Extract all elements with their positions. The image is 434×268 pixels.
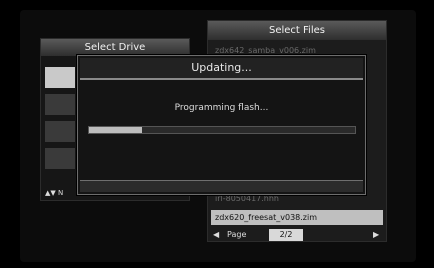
page-label: Page: [227, 230, 247, 239]
progress-bar: [88, 126, 356, 134]
drive-slot[interactable]: [45, 148, 75, 169]
right-arrow-icon[interactable]: ▶: [373, 228, 379, 242]
drive-slot-selected[interactable]: [45, 67, 75, 88]
dialog-footer: [80, 180, 363, 192]
updating-dialog: Updating... Programming flash...: [77, 55, 366, 195]
pager: ◀ Page 2/2 ▶: [211, 228, 383, 242]
drive-slot[interactable]: [45, 94, 75, 115]
dialog-message: Programming flash...: [174, 103, 269, 113]
drive-nav-hint: ▲▼ N: [45, 189, 64, 197]
select-files-title: Select Files: [208, 21, 386, 40]
page-number: 2/2: [269, 229, 303, 241]
progress-fill: [89, 127, 143, 133]
file-row-selected[interactable]: zdx620_freesat_v038.zim: [211, 210, 383, 225]
dialog-title: Updating...: [80, 58, 363, 78]
select-drive-title: Select Drive: [41, 39, 189, 56]
left-arrow-icon[interactable]: ◀: [213, 228, 219, 242]
dialog-separator: [80, 78, 363, 80]
drive-slot[interactable]: [45, 121, 75, 142]
